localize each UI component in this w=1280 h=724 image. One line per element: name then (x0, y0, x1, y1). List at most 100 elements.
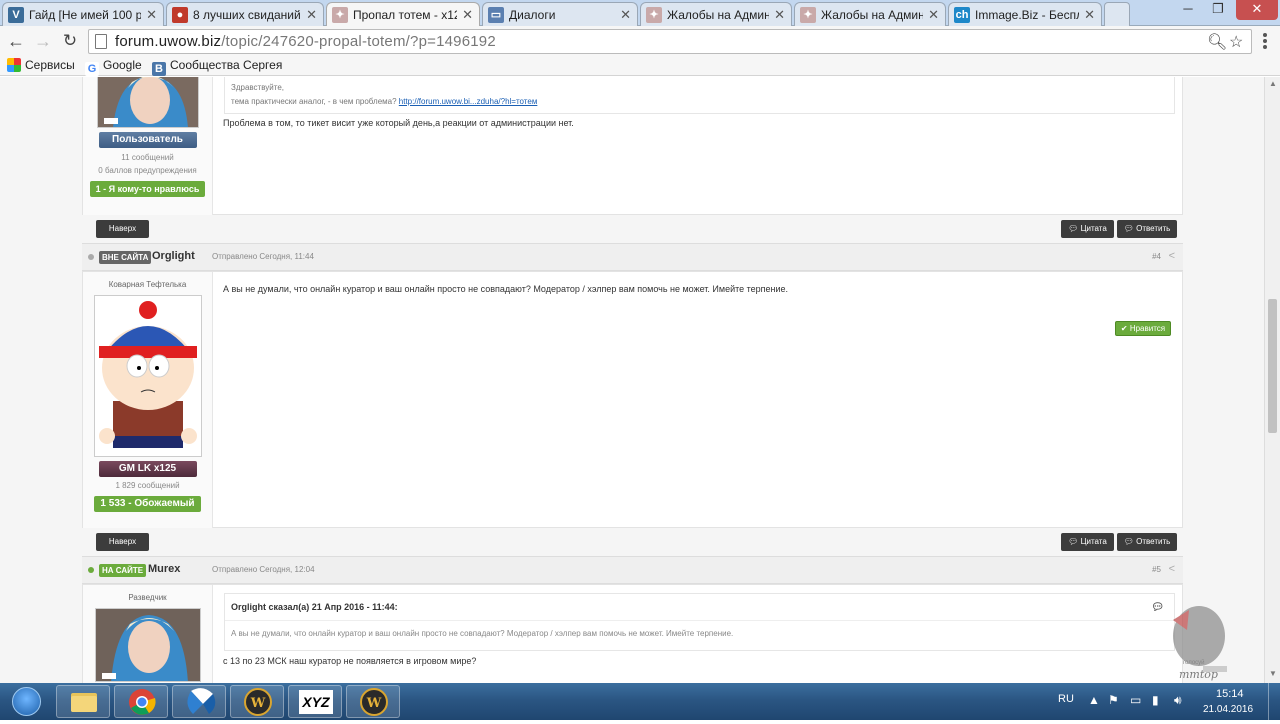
close-icon[interactable]: ✕ (146, 7, 157, 23)
author-name[interactable]: Orglight (152, 250, 195, 262)
quote-bubble-icon: 💬︎ (1068, 224, 1081, 233)
reply-bubble-icon: 💬︎ (1123, 537, 1137, 546)
address-bar[interactable]: forum.uwow.biz/topic/247620-propal-totem… (88, 29, 1252, 54)
immage-icon: ch (954, 7, 970, 23)
bookmark-google[interactable]: G Google (85, 58, 142, 76)
show-desktop-button[interactable] (1268, 683, 1280, 720)
browser-toolbar: ← → ↻ forum.uwow.biz/topic/247620-propal… (0, 26, 1280, 56)
apps-grid-icon (7, 58, 21, 72)
top-button[interactable]: Наверх (96, 220, 149, 238)
post-number[interactable]: #4 (1152, 252, 1161, 261)
minimize-icon[interactable]: ─ (1174, 0, 1202, 20)
svg-text:W: W (250, 696, 266, 711)
forum-icon: ✦ (332, 7, 348, 23)
star-icon[interactable]: ☆ (1229, 32, 1243, 52)
page-icon (95, 34, 107, 49)
post-count: 11 сообщений (121, 153, 174, 162)
close-icon[interactable]: ✕ (774, 7, 785, 23)
group-badge: Пользователь (98, 132, 197, 148)
reply-button[interactable]: 💬︎ Ответить (1117, 220, 1177, 238)
bookmark-services[interactable]: Сервисы (7, 58, 75, 72)
close-icon[interactable]: ✕ (1084, 7, 1095, 23)
action-center-icon[interactable]: ⚑ (1108, 693, 1119, 707)
like-button[interactable]: ✔ Нравится (1115, 321, 1171, 336)
mmtop-watermark[interactable]: голосуй mmtop (1165, 600, 1227, 684)
bookmark-communities[interactable]: В Сообщества Сергея (152, 58, 282, 76)
tab-guide[interactable]: V Гайд [Не имей 100 р ✕ (2, 2, 164, 26)
close-window-icon[interactable]: ✕ (1236, 0, 1278, 20)
taskbar-browser[interactable] (172, 685, 226, 718)
avatar[interactable] (96, 77, 199, 128)
tab-totem[interactable]: ✦ Пропал тотем - x125 ✕ (326, 2, 480, 27)
status-badge: ВНЕ САЙТА (99, 251, 152, 264)
chrome-menu-icon[interactable] (1258, 32, 1272, 50)
taskbar-chrome[interactable] (114, 685, 168, 718)
online-dot-icon (88, 567, 94, 573)
author-name[interactable]: Murex (148, 563, 180, 575)
close-icon[interactable]: ✕ (462, 7, 473, 23)
close-icon[interactable]: ✕ (928, 7, 939, 23)
post-number[interactable]: #5 (1152, 565, 1161, 574)
taskbar-xyz[interactable]: XYZ (288, 685, 342, 718)
reputation-badge[interactable]: 1 533 - Обожаемый (94, 496, 201, 512)
tab-complaints-1[interactable]: ✦ Жалобы на Админи ✕ (640, 2, 792, 26)
folder-icon (71, 693, 97, 712)
quote-link[interactable]: http://forum.uwow.bi...zduha/?hl=тотем (399, 97, 538, 106)
tab-dates[interactable]: ● 8 лучших свиданий в ✕ (166, 2, 324, 26)
vk-icon: В (152, 62, 166, 76)
tab-immage[interactable]: ch Immage.Biz - Беспла ✕ (948, 2, 1102, 26)
windows-logo-icon (12, 687, 41, 716)
post-5: Разведчик Orglight сказал(а) 21 Апр 2016… (82, 584, 1183, 683)
quote-button[interactable]: 💬︎ Цитата (1061, 533, 1114, 551)
close-icon[interactable]: ✕ (306, 7, 317, 23)
k-browser-icon (187, 688, 216, 714)
chrome-icon (129, 689, 156, 715)
post-date: Отправлено Сегодня, 11:44 (212, 252, 314, 261)
top-button[interactable]: Наверх (96, 533, 149, 551)
volume-icon[interactable]: 🔊︎ (1174, 693, 1182, 708)
avatar[interactable] (93, 295, 202, 457)
avatar[interactable] (94, 608, 201, 682)
post-4-header: ВНЕ САЙТА Orglight Отправлено Сегодня, 1… (82, 243, 1183, 271)
taskbar-explorer[interactable] (56, 685, 110, 718)
quote-greeting: Здравствуйте, (231, 83, 285, 92)
xyz-icon: XYZ (299, 690, 333, 714)
new-tab-button[interactable] (1104, 2, 1130, 26)
reply-button[interactable]: 💬︎ Ответить (1117, 533, 1177, 551)
quote-header: Orglight сказал(а) 21 Апр 2016 - 11:44: … (225, 594, 1174, 621)
reload-icon[interactable]: ↻ (58, 29, 82, 53)
close-icon[interactable]: ✕ (620, 7, 631, 23)
restore-icon[interactable]: ❐ (1204, 0, 1232, 20)
clock-date[interactable]: 21.04.2016 (1203, 704, 1253, 715)
quote-text: А вы не думали, что онлайн куратор и ваш… (231, 629, 734, 638)
signal-icon[interactable]: ▮ (1152, 693, 1159, 707)
page-scrollbar[interactable]: ▲ ▼ (1264, 77, 1280, 683)
vk-like-icon: V (8, 7, 24, 23)
forward-arrow-icon[interactable]: → (31, 29, 55, 53)
taskbar-wow[interactable]: W (230, 685, 284, 718)
monitor-icon[interactable]: ▭ (1130, 693, 1141, 707)
reply-bubble-icon: 💬︎ (1123, 224, 1137, 233)
zoom-icon[interactable]: 🔍︎ (1207, 32, 1227, 52)
status-badge: НА САЙТЕ (99, 564, 147, 577)
url-text: forum.uwow.biz/topic/247620-propal-totem… (115, 33, 496, 50)
windows-taskbar: W XYZ W RU ▲ ⚑ ▭ ▮ 🔊︎ 15:14 21.04.2016 (0, 683, 1280, 720)
taskbar-wow-2[interactable]: W (346, 685, 400, 718)
clock-time[interactable]: 15:14 (1216, 688, 1244, 700)
start-button[interactable] (4, 685, 48, 718)
quote-button[interactable]: 💬︎ Цитата (1061, 220, 1114, 238)
scroll-up-icon[interactable]: ▲ (1269, 79, 1277, 88)
post-date: Отправлено Сегодня, 12:04 (212, 565, 315, 574)
author-column: Коварная Тефтелька GM LK x125 1 829 сооб… (83, 272, 213, 529)
reputation-badge[interactable]: 1 - Я кому-то нравлюсь (89, 181, 206, 197)
share-icon[interactable]: < (1169, 563, 1175, 575)
back-arrow-icon[interactable]: ← (4, 29, 28, 53)
scroll-thumb[interactable] (1268, 299, 1277, 433)
language-indicator[interactable]: RU (1058, 693, 1074, 705)
show-hidden-icons-icon[interactable]: ▲ (1088, 693, 1100, 707)
messages-icon: ▭ (488, 7, 504, 23)
tab-dialogs[interactable]: ▭ Диалоги ✕ (482, 2, 638, 26)
scroll-down-icon[interactable]: ▼ (1269, 669, 1277, 678)
share-icon[interactable]: < (1169, 250, 1175, 262)
tab-complaints-2[interactable]: ✦ Жалобы на Админи ✕ (794, 2, 946, 26)
